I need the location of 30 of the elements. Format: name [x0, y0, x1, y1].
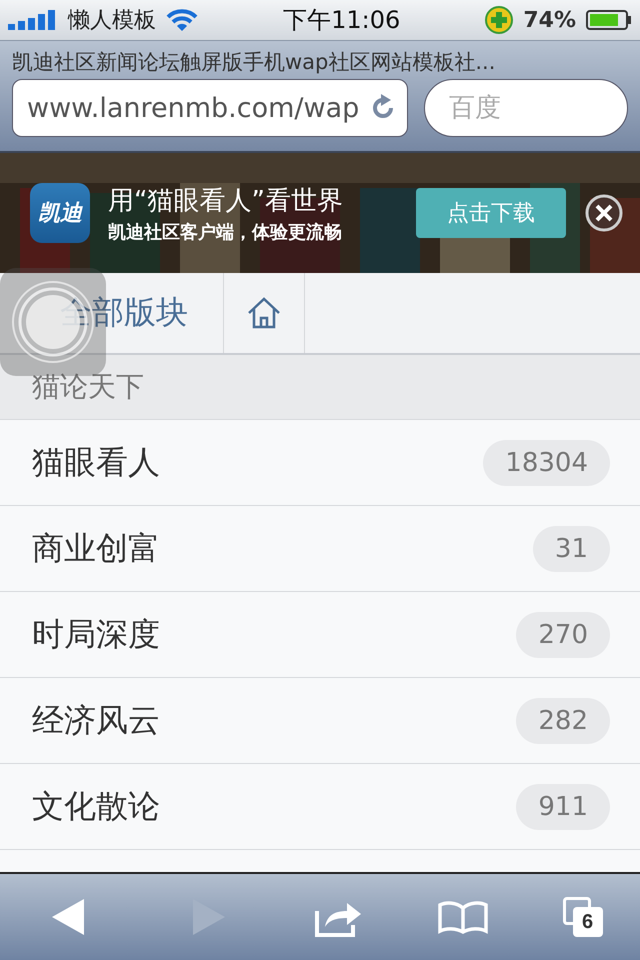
- post-count: 18304: [483, 440, 610, 486]
- forum-name: 时局深度: [32, 614, 160, 654]
- battery-percent: 74%: [523, 8, 576, 32]
- close-icon[interactable]: [584, 193, 624, 233]
- search-field[interactable]: 百度: [424, 79, 628, 137]
- address-field[interactable]: www.lanrenmb.com/wap: [12, 79, 408, 137]
- wifi-icon: [166, 8, 198, 32]
- security-app-icon: [485, 6, 514, 34]
- signal-icon: [8, 10, 58, 30]
- url-text: www.lanrenmb.com/wap: [27, 92, 360, 124]
- app-logo: 凯迪: [30, 183, 90, 243]
- section-header: 猫论天下: [0, 355, 640, 420]
- post-count: 282: [516, 698, 610, 744]
- carrier-name: 懒人模板: [68, 7, 156, 35]
- status-time: 下午11:06: [283, 5, 400, 36]
- post-count: 911: [516, 784, 610, 830]
- battery-icon: [586, 9, 632, 31]
- forward-arrow-icon: [191, 898, 226, 936]
- forum-name: 经济风云: [32, 700, 160, 740]
- forum-name: 猫眼看人: [32, 442, 160, 482]
- bookmarks-icon[interactable]: [438, 900, 488, 934]
- post-count: 270: [516, 612, 610, 658]
- forum-name: 商业创富: [32, 528, 160, 568]
- page-title: 凯迪社区新闻论坛触屏版手机wap社区网站模板社...: [12, 49, 496, 76]
- forum-name: 文化散论: [32, 786, 160, 826]
- home-icon[interactable]: [246, 296, 282, 330]
- post-count: 31: [532, 526, 610, 572]
- banner-subline: 凯迪社区客户端，体验更流畅: [108, 220, 343, 244]
- back-arrow-icon: [52, 898, 86, 936]
- banner-headline: 用“猫眼看人”看世界: [108, 184, 344, 218]
